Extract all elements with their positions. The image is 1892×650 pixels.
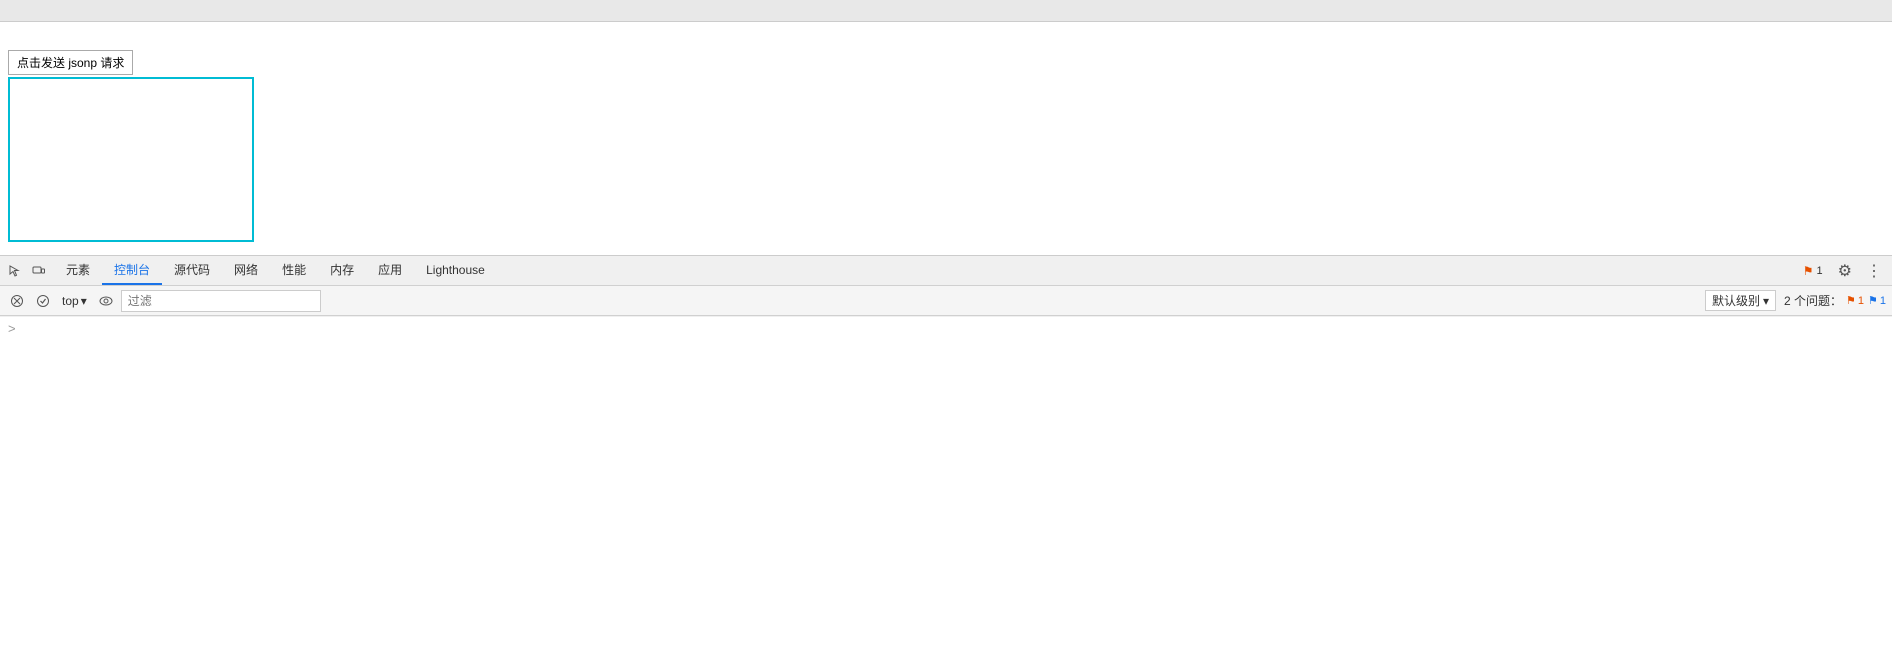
content-box — [8, 77, 254, 242]
tab-console[interactable]: 控制台 — [102, 256, 162, 285]
filter-input[interactable] — [121, 290, 321, 312]
flag-orange-icon: ⚑ — [1803, 264, 1814, 278]
tab-lighthouse[interactable]: Lighthouse — [414, 256, 497, 285]
preserve-log-button[interactable] — [32, 290, 54, 312]
eye-icon-button[interactable] — [95, 290, 117, 312]
tab-application[interactable]: 应用 — [366, 256, 414, 285]
issues-blue-badge: ⚑ 1 — [1868, 294, 1886, 307]
devtools-left-icons — [0, 256, 54, 285]
tab-sources[interactable]: 源代码 — [162, 256, 222, 285]
default-level-selector[interactable]: 默认级别 ▾ — [1705, 290, 1776, 311]
tab-memory[interactable]: 内存 — [318, 256, 366, 285]
tab-elements[interactable]: 元素 — [54, 256, 102, 285]
tab-items: 元素 控制台 源代码 网络 性能 内存 应用 Lighthouse — [54, 256, 1792, 285]
devtools-right-icons: ⚑ 1 ⚙ ⋮ — [1792, 256, 1892, 285]
default-level-label: 默认级别 — [1712, 292, 1760, 309]
flag-badge[interactable]: ⚑ 1 — [1798, 263, 1828, 279]
devtools-tab-bar: 元素 控制台 源代码 网络 性能 内存 应用 Lighthouse ⚑ 1 ⚙ … — [0, 256, 1892, 286]
issues-badge: 2 个问题： ⚑ 1 ⚑ 1 — [1784, 292, 1886, 309]
clear-console-button[interactable] — [6, 290, 28, 312]
blue-count: 1 — [1880, 295, 1886, 307]
inspect-element-icon[interactable] — [6, 262, 24, 280]
issues-text: 2 个问题： — [1784, 292, 1842, 309]
more-options-icon[interactable]: ⋮ — [1862, 261, 1886, 281]
tab-performance[interactable]: 性能 — [270, 256, 318, 285]
console-toolbar: top ▾ 默认级别 ▾ 2 个问题： ⚑ 1 ⚑ — [0, 286, 1892, 316]
browser-top-bar — [0, 0, 1892, 22]
device-toggle-icon[interactable] — [30, 262, 48, 280]
jsonp-send-button[interactable]: 点击发送 jsonp 请求 — [8, 50, 133, 75]
context-dropdown-arrow: ▾ — [81, 294, 87, 308]
context-label: top — [62, 294, 79, 308]
console-content[interactable]: > — [0, 316, 1892, 650]
settings-icon[interactable]: ⚙ — [1834, 261, 1856, 281]
context-selector[interactable]: top ▾ — [58, 293, 91, 309]
console-prompt-row: > — [0, 316, 1892, 340]
issues-orange-badge: ⚑ 1 — [1846, 294, 1864, 307]
tab-network[interactable]: 网络 — [222, 256, 270, 285]
flag-count: 1 — [1817, 265, 1823, 277]
orange-count: 1 — [1858, 295, 1864, 307]
webpage-area: 点击发送 jsonp 请求 — [0, 22, 1892, 256]
devtools-panel: 元素 控制台 源代码 网络 性能 内存 应用 Lighthouse ⚑ 1 ⚙ … — [0, 256, 1892, 650]
default-level-arrow: ▾ — [1763, 294, 1769, 308]
blue-flag-icon: ⚑ — [1868, 294, 1878, 307]
orange-flag-icon: ⚑ — [1846, 294, 1856, 307]
console-right: 默认级别 ▾ 2 个问题： ⚑ 1 ⚑ 1 — [1705, 290, 1886, 311]
prompt-arrow-icon: > — [8, 321, 16, 336]
